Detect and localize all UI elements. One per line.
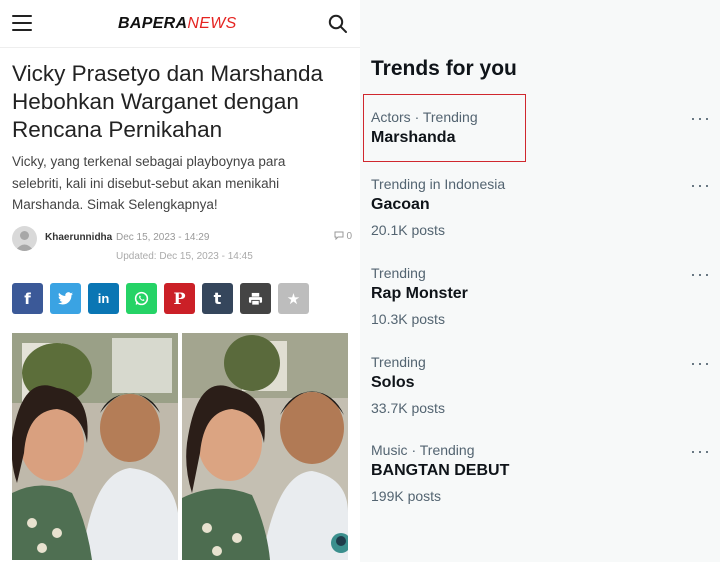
trend-name: BANGTAN DEBUT bbox=[371, 462, 510, 479]
tumblr-icon: t bbox=[213, 289, 222, 308]
news-article-panel: BAPERANEWS Vicky Prasetyo dan Marshanda … bbox=[0, 0, 360, 562]
article-excerpt: Vicky, yang terkenal sebagai playboynya … bbox=[12, 154, 286, 212]
trend-post-count: 20.1K posts bbox=[371, 222, 445, 238]
more-options-icon[interactable]: ··· bbox=[690, 176, 711, 194]
whatsapp-icon bbox=[134, 291, 149, 306]
print-button[interactable] bbox=[240, 283, 271, 314]
menu-icon[interactable] bbox=[12, 15, 32, 31]
article-photo-right[interactable] bbox=[182, 333, 348, 560]
print-icon bbox=[248, 292, 263, 306]
author-row: Khaerunnidha Dec 15, 2023 - 14:29 0 bbox=[12, 226, 352, 252]
trend-name: Solos bbox=[371, 374, 415, 391]
search-icon[interactable] bbox=[328, 14, 348, 34]
trend-category: Trending bbox=[371, 354, 426, 370]
trend-category: Music · Trending bbox=[371, 442, 475, 458]
trend-item[interactable]: Trending Solos 33.7K posts ··· bbox=[371, 354, 711, 424]
comment-icon bbox=[334, 231, 344, 241]
trends-title: Trends for you bbox=[371, 57, 517, 80]
trend-category: Trending in Indonesia bbox=[371, 176, 506, 192]
linkedin-icon: in bbox=[97, 291, 110, 306]
more-options-icon[interactable]: ··· bbox=[690, 265, 711, 283]
twitter-icon bbox=[58, 292, 73, 305]
trend-item[interactable]: Music · Trending BANGTAN DEBUT 199K post… bbox=[371, 442, 711, 512]
article-photos bbox=[12, 333, 348, 560]
twitter-share-button[interactable] bbox=[50, 283, 81, 314]
more-options-icon[interactable]: ··· bbox=[690, 109, 711, 127]
facebook-icon: f bbox=[24, 289, 31, 308]
site-logo[interactable]: BAPERANEWS bbox=[118, 15, 237, 33]
trend-name: Rap Monster bbox=[371, 285, 468, 302]
pinterest-icon: P bbox=[173, 289, 186, 308]
linkedin-share-button[interactable]: in bbox=[88, 283, 119, 314]
trend-item[interactable]: Trending Rap Monster 10.3K posts ··· bbox=[371, 265, 711, 335]
site-header: BAPERANEWS bbox=[0, 0, 360, 48]
trends-panel: Trends for you Actors · Trending Marshan… bbox=[360, 0, 720, 562]
publish-date: Dec 15, 2023 - 14:29 bbox=[116, 232, 210, 243]
comment-count[interactable]: 0 bbox=[334, 231, 352, 242]
tumblr-share-button[interactable]: t bbox=[202, 283, 233, 314]
star-icon: ★ bbox=[286, 289, 301, 308]
more-options-icon[interactable]: ··· bbox=[690, 354, 711, 372]
trend-post-count: 199K posts bbox=[371, 488, 442, 504]
facebook-share-button[interactable]: f bbox=[12, 283, 43, 314]
article-photo-left[interactable] bbox=[12, 333, 178, 560]
whatsapp-share-button[interactable] bbox=[126, 283, 157, 314]
trend-name: Gacoan bbox=[371, 196, 430, 213]
bookmark-button[interactable]: ★ bbox=[278, 283, 309, 314]
author-name[interactable]: Khaerunnidha bbox=[45, 232, 112, 243]
trend-item[interactable]: Trending in Indonesia Gacoan 20.1K posts… bbox=[371, 176, 711, 246]
updated-date: Updated: Dec 15, 2023 - 14:45 bbox=[116, 251, 253, 262]
article-headline: Vicky Prasetyo dan Marshanda Hebohkan Wa… bbox=[12, 61, 324, 142]
highlight-box bbox=[363, 94, 526, 162]
more-options-icon[interactable]: ··· bbox=[690, 442, 711, 460]
pinterest-share-button[interactable]: P bbox=[164, 283, 195, 314]
avatar[interactable] bbox=[12, 226, 37, 251]
trend-post-count: 10.3K posts bbox=[371, 311, 445, 327]
trend-post-count: 33.7K posts bbox=[371, 400, 445, 416]
trend-category: Trending bbox=[371, 265, 426, 281]
